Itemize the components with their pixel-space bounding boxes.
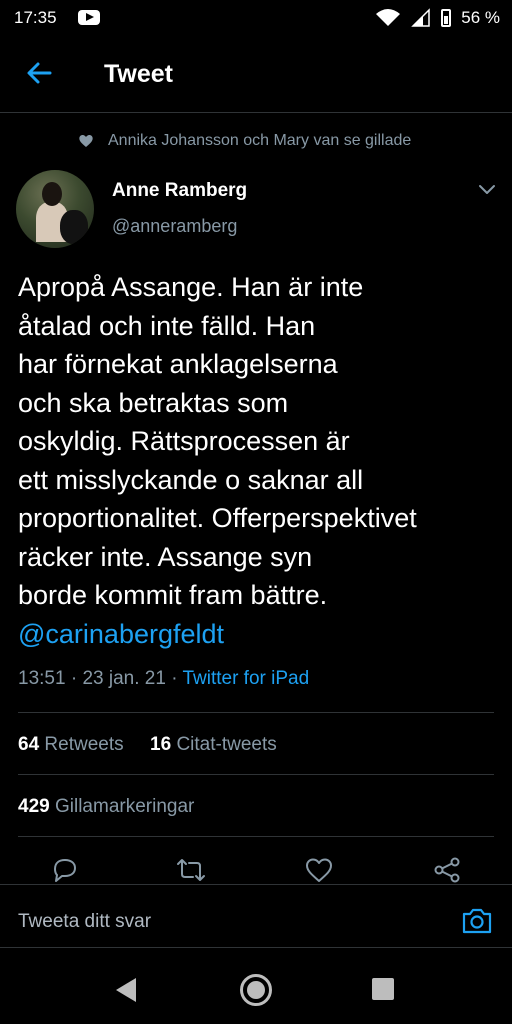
- share-icon[interactable]: [432, 856, 462, 884]
- retweet-icon[interactable]: [176, 856, 206, 884]
- tweet-line: har förnekat anklagelserna: [18, 349, 338, 379]
- meta-separator: ·: [70, 668, 78, 689]
- quotes-count: 16: [150, 734, 172, 755]
- tweet-text: Apropå Assange. Han är inte åtalad och i…: [18, 268, 504, 653]
- heart-icon: [79, 135, 93, 147]
- tweet-line: räcker inte. Assange syn: [18, 541, 313, 572]
- stats-row-retweets: 64 Retweets 16 Citat-tweets: [18, 734, 277, 756]
- home-circle-icon[interactable]: [240, 974, 272, 1006]
- tweet-line: ett misslyckande o saknar all: [18, 464, 364, 495]
- tweet-source-link[interactable]: Twitter for iPad: [182, 668, 309, 689]
- reply-input[interactable]: Tweeta ditt svar: [18, 911, 151, 933]
- like-icon[interactable]: [304, 856, 334, 884]
- youtube-icon: [78, 10, 100, 25]
- back-triangle-icon[interactable]: [116, 978, 136, 1002]
- wifi-icon: [376, 9, 401, 26]
- tweet-line: proportionalitet. Offerperspektivet: [18, 503, 417, 533]
- mention-link[interactable]: @carinabergfeldt: [18, 615, 504, 654]
- signal-icon: [411, 8, 430, 27]
- recents-square-icon[interactable]: [372, 978, 394, 1000]
- tweet-meta: 13:51 · 23 jan. 21 · Twitter for iPad: [18, 668, 309, 690]
- tweet-line: och ska betraktas som: [18, 387, 289, 418]
- tweet-line: Apropå Assange. Han är inte: [18, 272, 364, 302]
- tweet-date: 23 jan. 21: [82, 668, 166, 689]
- camera-icon[interactable]: [460, 905, 494, 937]
- battery-icon: [441, 9, 452, 27]
- stats-divider: [18, 774, 494, 775]
- battery-percent: 56 %: [461, 8, 500, 27]
- tweet-line: åtalad och inte fälld. Han: [18, 310, 316, 341]
- retweets-stat[interactable]: 64 Retweets: [18, 734, 129, 755]
- likes-stat[interactable]: 429 Gillamarkeringar: [18, 796, 194, 818]
- avatar[interactable]: [16, 170, 94, 248]
- meta-separator: ·: [171, 668, 178, 689]
- social-context[interactable]: Annika Johansson och Mary van se gillade: [78, 132, 411, 150]
- app-bar: Tweet: [0, 48, 512, 104]
- status-bar: 17:35 56 %: [0, 0, 512, 36]
- reply-bar: Tweeta ditt svar: [0, 884, 512, 948]
- reply-icon[interactable]: [50, 856, 80, 884]
- page-title: Tweet: [104, 60, 173, 88]
- retweets-count: 64: [18, 734, 40, 755]
- author-name[interactable]: Anne Ramberg: [112, 180, 247, 202]
- retweets-label: Retweets: [44, 734, 124, 755]
- reply-divider: [0, 947, 512, 948]
- tweet-line: oskyldig. Rättsprocessen är: [18, 426, 350, 456]
- tweet-time: 13:51: [18, 668, 66, 689]
- likes-count: 429: [18, 796, 50, 817]
- social-context-text: Annika Johansson och Mary van se gillade: [108, 132, 412, 149]
- likes-divider: [18, 836, 494, 837]
- status-time: 17:35: [14, 8, 57, 27]
- likes-label: Gillamarkeringar: [54, 796, 195, 817]
- chevron-down-icon[interactable]: [478, 184, 496, 196]
- quotes-stat[interactable]: 16 Citat-tweets: [150, 734, 277, 755]
- header-divider: [0, 112, 512, 113]
- arrow-left-icon[interactable]: [24, 58, 54, 88]
- meta-divider: [18, 712, 494, 713]
- author-handle[interactable]: @anneramberg: [112, 216, 237, 237]
- quotes-label: Citat-tweets: [176, 734, 277, 755]
- action-bar: [0, 852, 512, 888]
- tweet-line: borde kommit fram bättre.: [18, 580, 328, 610]
- system-nav-bar: [0, 956, 512, 1024]
